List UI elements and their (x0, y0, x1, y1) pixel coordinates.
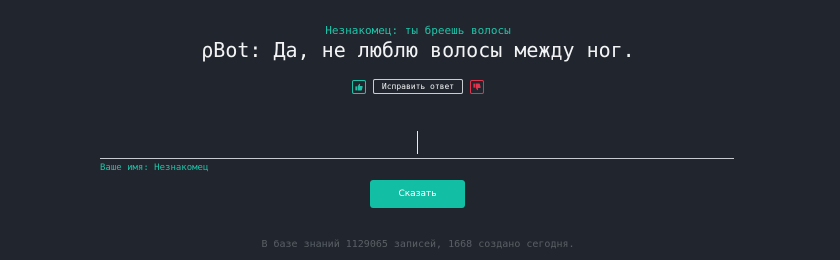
feedback-row: Исправить ответ (0, 79, 836, 94)
bot-reply: ρBot: Да, не люблю волосы между ног. (201, 38, 635, 62)
dislike-button[interactable] (470, 79, 485, 94)
message-input[interactable] (100, 158, 734, 159)
like-button[interactable] (351, 79, 366, 94)
thumbs-down-icon (473, 82, 481, 91)
user-message: Незнакомец: ты бреешь волосы (325, 24, 511, 37)
text-cursor (417, 131, 418, 154)
fix-answer-button[interactable]: Исправить ответ (372, 79, 464, 94)
knowledge-base-stats: В базе знаний 1129065 записей, 1668 созд… (261, 239, 575, 250)
user-name-label[interactable]: Ваше имя: Незнакомец (100, 163, 208, 173)
say-button[interactable]: Сказать (370, 180, 465, 208)
thumbs-up-icon (355, 83, 363, 91)
